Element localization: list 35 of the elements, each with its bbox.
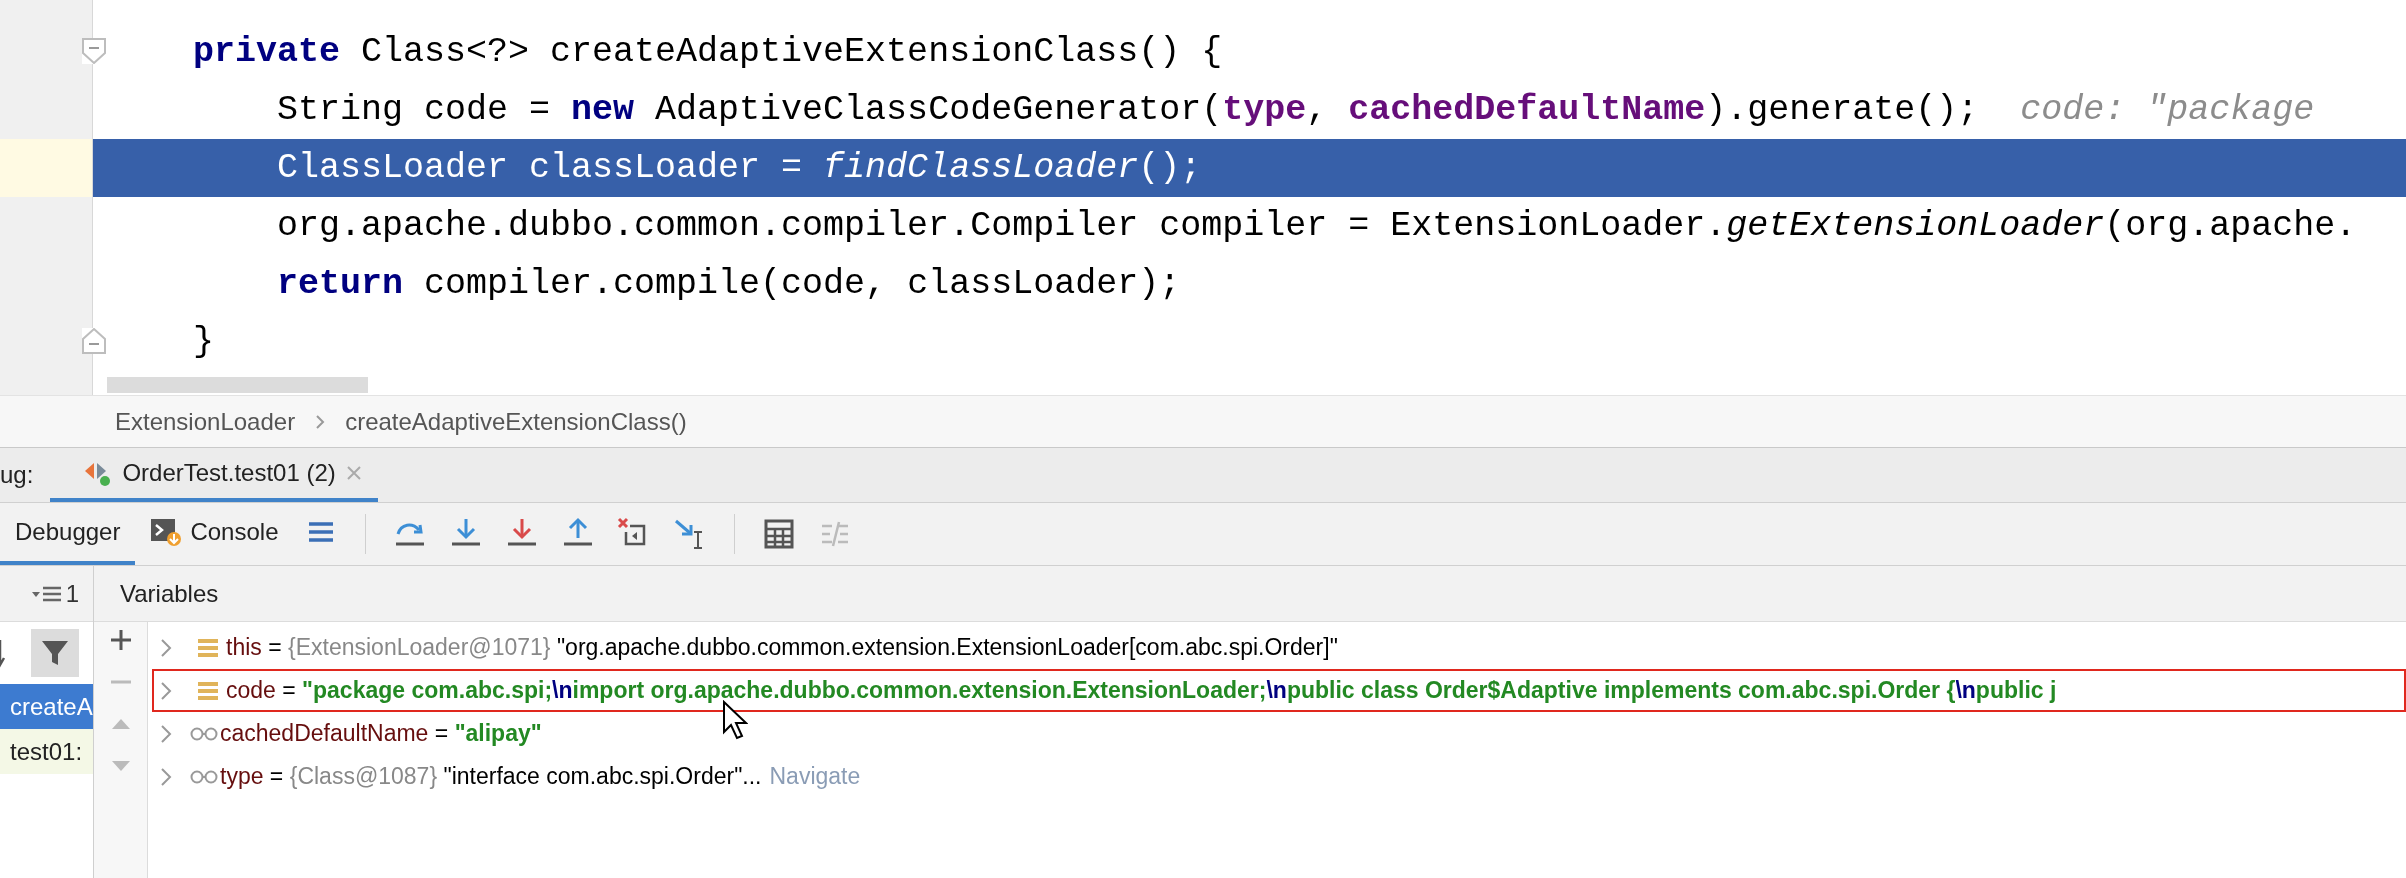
- inline-value-hint: code: "package: [2020, 88, 2315, 132]
- stack-frame[interactable]: test01:: [0, 729, 93, 774]
- breadcrumb-item[interactable]: createAdaptiveExtensionClass(): [345, 403, 687, 440]
- code-line: return compiler.compile(code, classLoader);: [276, 262, 1181, 306]
- expand-icon[interactable]: [160, 680, 172, 701]
- add-icon[interactable]: [108, 628, 133, 652]
- code-line: org.apache.dubbo.common.compiler.Compiler compiler = ExtensionLoader.getExtensionLoader(org.apache.: [276, 204, 2357, 248]
- panel-title: ug:: [0, 460, 34, 490]
- panel-tab[interactable]: Console: [135, 503, 294, 565]
- variable-row[interactable]: type = {Class@1087} "interface com.abc.spi.Order"... Navigate: [152, 755, 2406, 798]
- console-icon: [150, 517, 183, 547]
- variable-value: this = {ExtensionLoader@1071} "org.apache.dubbo.common.extension.ExtensionLoader[com.abc.spi.Order]": [226, 633, 1338, 663]
- variable-value: cachedDefaultName = "alipay": [220, 719, 542, 749]
- thread-count: 1: [65, 578, 79, 609]
- variable-value: code = "package com.abc.spi;\nimport org.apache.dubbo.common.extension.ExtensionLoader;\npublic class Order$Adaptive implements com.abc.spi.Order {\npublic j: [226, 676, 2057, 706]
- variable-row[interactable]: this = {ExtensionLoader@1071} "org.apache.dubbo.common.extension.ExtensionLoader[com.abc.spi.Order]": [152, 626, 2406, 669]
- field-icon: [198, 680, 218, 701]
- variable-row[interactable]: cachedDefaultName = "alipay": [152, 712, 2406, 755]
- filter-icon[interactable]: [31, 629, 79, 677]
- panel-title: Variables: [120, 578, 219, 609]
- fold-icon[interactable]: [82, 38, 106, 64]
- chevron-icon: [315, 413, 326, 430]
- field-icon: [198, 637, 218, 658]
- fold-icon[interactable]: [82, 328, 106, 354]
- variable-row[interactable]: code = "package com.abc.spi;\nimport org.apache.dubbo.common.extension.ExtensionLoader;\npublic class Order$Adaptive implements com.abc.spi.Order {\npublic j: [152, 669, 2406, 712]
- code-line: ClassLoader classLoader = findClassLoader();: [276, 146, 1202, 190]
- code-line: String code = new AdaptiveClassCodeGenerator(type, cachedDefaultName).generate();: [276, 88, 1979, 132]
- expand-icon[interactable]: [160, 766, 172, 787]
- variable-value: type = {Class@1087} "interface com.abc.spi.Order"...: [220, 762, 762, 792]
- code-line: }: [193, 320, 214, 364]
- stack-frame[interactable]: createA: [0, 684, 93, 729]
- code-line: private Class<?> createAdaptiveExtensionClass() {: [193, 30, 1223, 74]
- expand-icon[interactable]: [160, 723, 172, 744]
- breadcrumb-item[interactable]: ExtensionLoader: [115, 403, 296, 440]
- expand-icon[interactable]: [160, 637, 172, 658]
